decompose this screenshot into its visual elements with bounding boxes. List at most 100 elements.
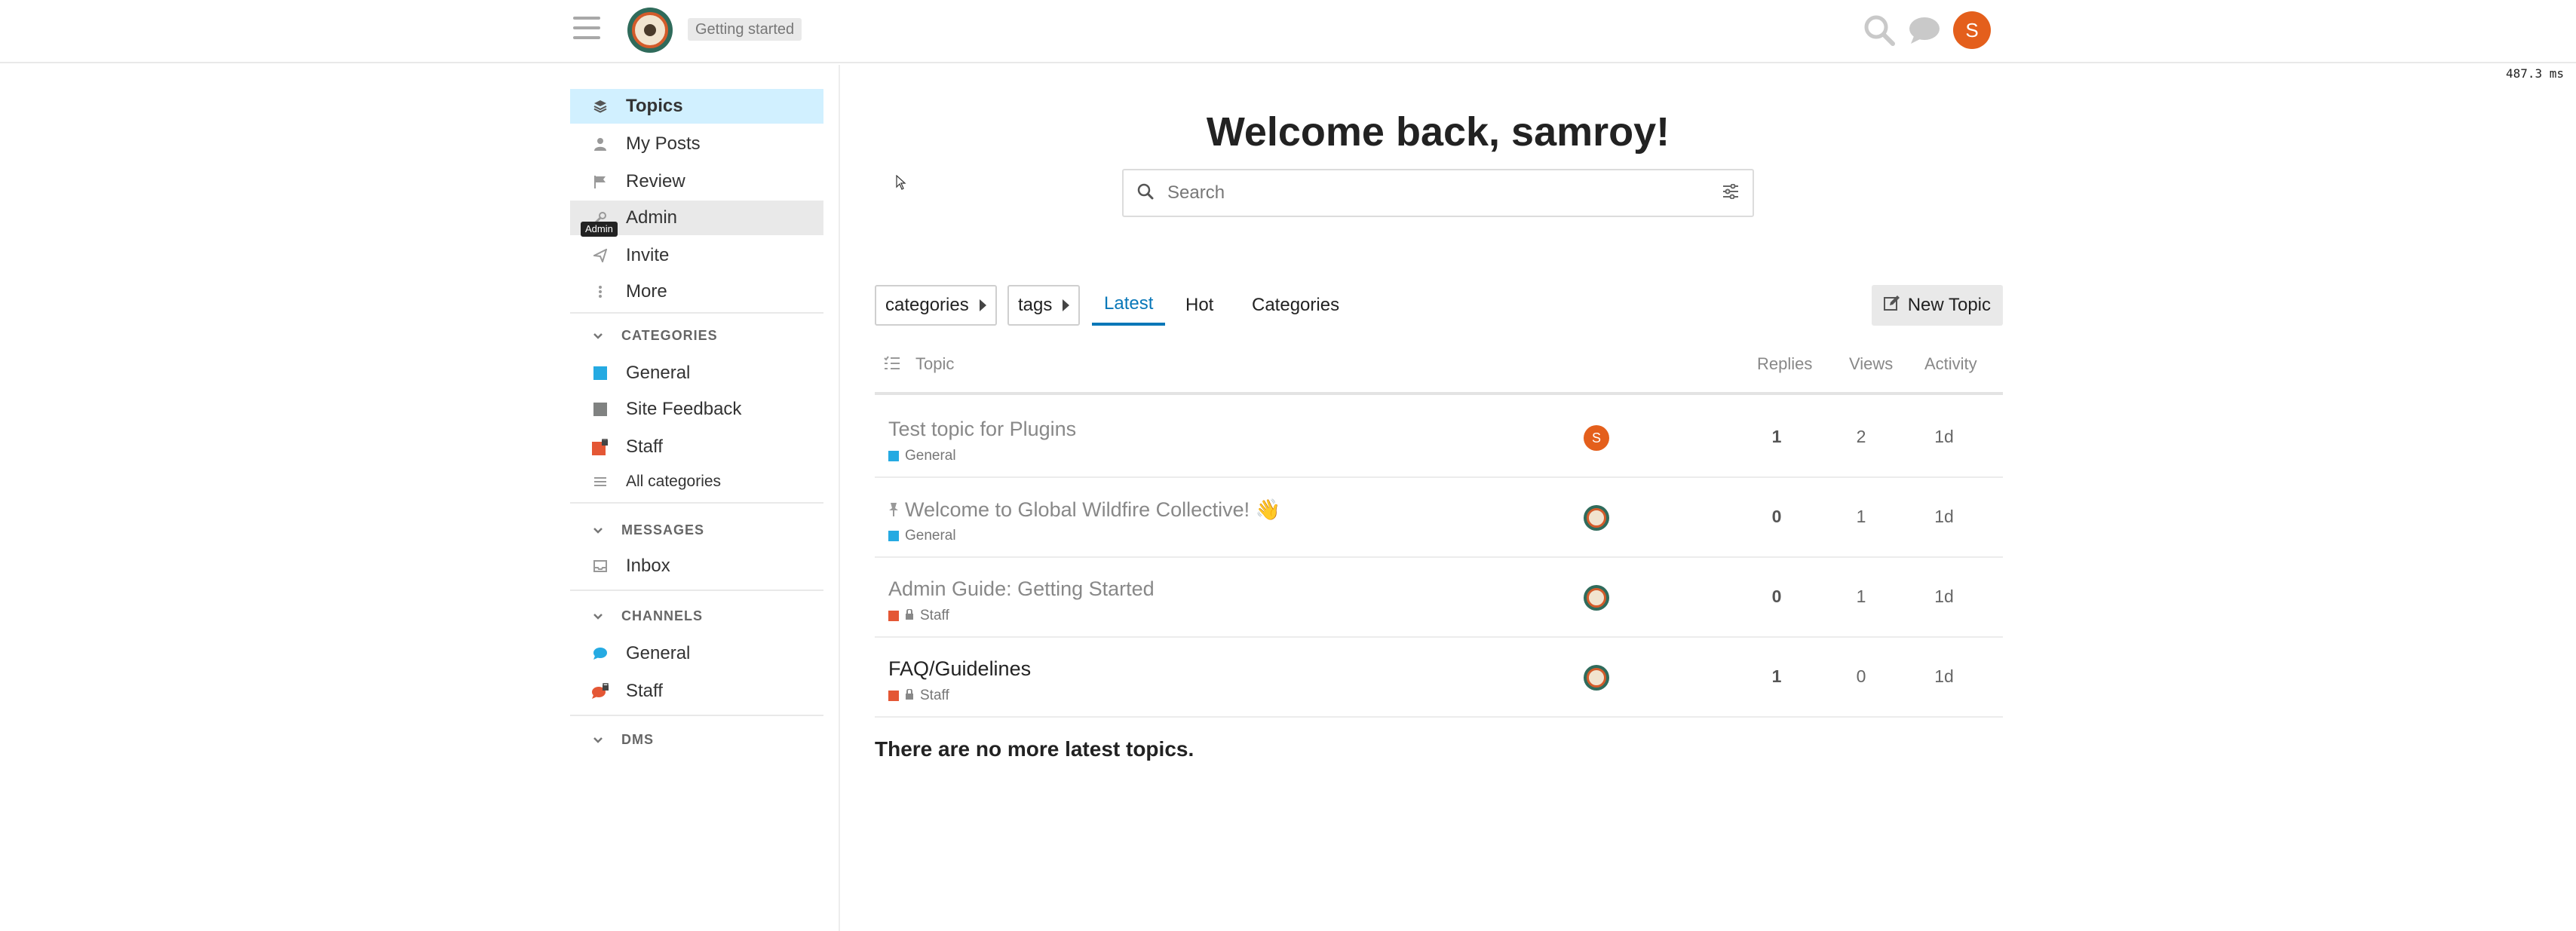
topic-category[interactable]: Staff (888, 688, 949, 704)
poster-avatar[interactable] (1584, 585, 1609, 611)
sidebar-item-more[interactable]: More (570, 274, 823, 309)
site-logo[interactable] (627, 8, 673, 53)
column-activity[interactable]: Activity (1924, 354, 1977, 374)
sidebar-item-all-categories[interactable]: All categories (570, 464, 823, 499)
sidebar-item-my-posts[interactable]: My Posts (570, 127, 823, 161)
activity-time[interactable]: 1d (1914, 427, 1974, 447)
sidebar-item-channel-general[interactable]: General (570, 636, 823, 671)
category-label: Staff (920, 608, 949, 623)
table-row[interactable]: Welcome to Global Wildfire Collective! 👋… (875, 478, 2003, 558)
list-icon (591, 473, 609, 491)
sidebar-item-category-general[interactable]: General (570, 356, 823, 390)
topic-navigation: categories tags Latest Hot Categories Ne… (875, 282, 2003, 327)
chat-icon[interactable] (1908, 15, 1941, 45)
section-label: CHANNELS (621, 608, 704, 623)
categories-dropdown[interactable]: categories (875, 285, 997, 326)
chevron-down-icon (593, 522, 603, 538)
lock-icon (905, 608, 914, 624)
sidebar-item-invite[interactable]: Invite (570, 238, 823, 273)
category-swatch (888, 611, 899, 621)
layers-icon (591, 97, 609, 115)
sidebar-section-channels[interactable]: CHANNELS (570, 605, 823, 627)
column-topic[interactable]: Topic (915, 354, 954, 374)
search-input[interactable]: Search (1122, 169, 1754, 217)
category-label: General (905, 448, 956, 464)
replies-count[interactable]: 0 (1746, 507, 1807, 527)
tab-latest[interactable]: Latest (1092, 285, 1166, 326)
user-avatar[interactable]: S (1953, 11, 1991, 49)
mouse-cursor-icon (896, 174, 906, 194)
locked-category-icon (591, 438, 609, 456)
dropdown-label: categories (885, 295, 969, 315)
sidebar-item-label: Staff (626, 436, 663, 457)
caret-right-icon (979, 299, 986, 311)
activity-time[interactable]: 1d (1914, 586, 1974, 607)
topic-category[interactable]: General (888, 528, 956, 544)
replies-count[interactable]: 1 (1746, 666, 1807, 687)
sidebar-divider-line (570, 312, 823, 314)
sliders-icon[interactable] (1722, 183, 1739, 203)
section-label: CATEGORIES (621, 327, 718, 343)
column-views[interactable]: Views (1849, 354, 1893, 374)
tab-hot[interactable]: Hot (1173, 285, 1225, 326)
category-swatch (591, 400, 609, 418)
dropdown-label: tags (1018, 295, 1053, 315)
flag-icon (591, 173, 609, 191)
topic-category[interactable]: General (888, 448, 956, 464)
topic-title-link[interactable]: FAQ/Guidelines (888, 657, 1031, 681)
sidebar-item-label: Invite (626, 245, 670, 265)
sidebar-item-label: General (626, 363, 691, 383)
views-count: 1 (1856, 507, 1866, 526)
getting-started-button[interactable]: Getting started (688, 18, 802, 41)
poster-avatar[interactable]: S (1584, 425, 1609, 451)
pin-icon (888, 499, 899, 522)
hamburger-menu-icon[interactable] (573, 17, 600, 42)
caret-right-icon (1063, 299, 1070, 311)
topic-title-link[interactable]: Admin Guide: Getting Started (888, 577, 1155, 601)
poster-avatar[interactable] (1584, 505, 1609, 531)
sidebar-item-label: More (626, 281, 667, 302)
replies-count[interactable]: 1 (1746, 427, 1807, 447)
sidebar-item-category-staff[interactable]: Staff (570, 430, 823, 464)
sidebar-divider-line (570, 502, 823, 504)
tab-categories[interactable]: Categories (1240, 285, 1351, 326)
topic-category[interactable]: Staff (888, 608, 949, 624)
sidebar-item-label: General (626, 643, 691, 663)
lock-icon (905, 688, 914, 704)
sidebar-item-inbox[interactable]: Inbox (570, 549, 823, 583)
topic-title-link[interactable]: Test topic for Plugins (888, 418, 1076, 441)
table-row[interactable]: Test topic for Plugins General S 1 2 1d (875, 398, 2003, 478)
replies-count[interactable]: 0 (1746, 586, 1807, 607)
search-icon[interactable] (1863, 14, 1896, 47)
sidebar-item-topics[interactable]: Topics (570, 89, 823, 124)
new-topic-label: New Topic (1907, 295, 1991, 315)
topic-title-link[interactable]: Welcome to Global Wildfire Collective! 👋 (888, 498, 1280, 522)
sidebar-item-label: Staff (626, 681, 663, 701)
sidebar-section-categories[interactable]: CATEGORIES (570, 324, 823, 347)
new-topic-button[interactable]: New Topic (1871, 285, 2003, 326)
category-swatch (591, 364, 609, 382)
sidebar-item-category-site-feedback[interactable]: Site Feedback (570, 392, 823, 427)
site-header: Getting started S (0, 0, 2576, 63)
sidebar-item-channel-staff[interactable]: Staff (570, 674, 823, 709)
poster-avatar[interactable] (1584, 665, 1609, 691)
category-swatch (888, 691, 899, 701)
header-icons: S (1863, 11, 1991, 50)
column-replies[interactable]: Replies (1757, 354, 1812, 374)
section-label: MESSAGES (621, 522, 705, 537)
sidebar-item-review[interactable]: Review (570, 164, 823, 199)
activity-time[interactable]: 1d (1914, 507, 1974, 527)
sidebar-item-label: Admin (626, 207, 678, 228)
ellipsis-vertical-icon (591, 283, 609, 301)
sidebar-divider (839, 65, 840, 931)
views-count: 2 (1856, 427, 1866, 446)
sidebar-section-messages[interactable]: MESSAGES (570, 519, 823, 541)
tags-dropdown[interactable]: tags (1007, 285, 1081, 326)
table-row[interactable]: FAQ/Guidelines Staff 1 0 1d (875, 638, 2003, 718)
inbox-icon (591, 557, 609, 575)
activity-time[interactable]: 1d (1914, 666, 1974, 687)
no-more-topics-message: There are no more latest topics. (875, 737, 1194, 761)
sidebar-section-dms[interactable]: DMS (570, 728, 823, 751)
table-row[interactable]: Admin Guide: Getting Started Staff 0 1 1… (875, 558, 2003, 638)
bulk-select-icon[interactable] (884, 356, 900, 375)
